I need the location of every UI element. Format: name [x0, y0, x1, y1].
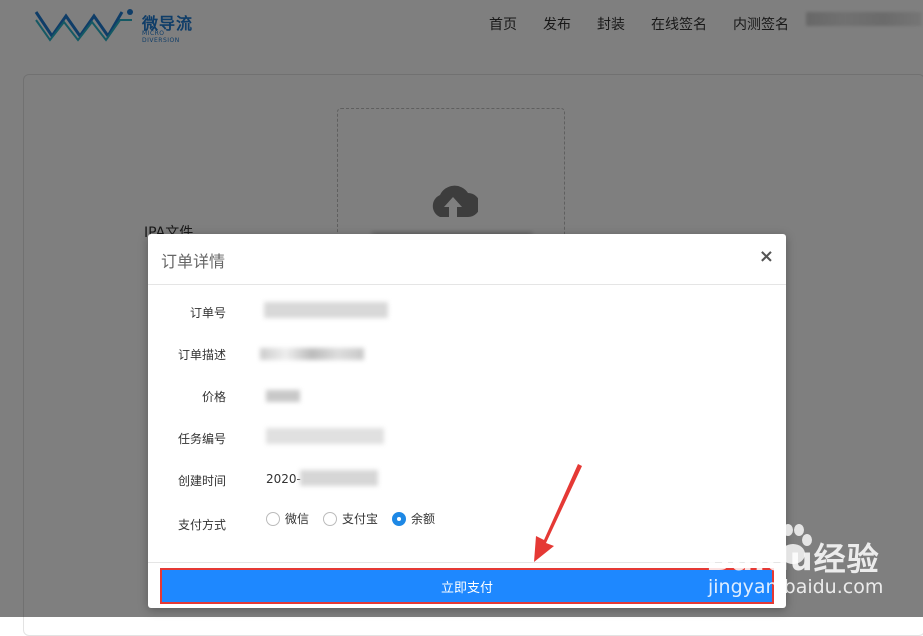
payment-option-alipay[interactable]: 支付宝 [323, 510, 378, 527]
payment-option-label: 余额 [411, 512, 436, 526]
price-label: 价格 [201, 390, 226, 404]
modal-header: 订单详情 × [148, 234, 786, 285]
price-redacted [266, 390, 300, 402]
radio-unchecked-icon[interactable] [266, 511, 280, 526]
order-desc-redacted [260, 348, 364, 360]
created-time-label: 创建时间 [177, 474, 226, 488]
watermark-url: jingyan.baidu.com [708, 576, 884, 598]
modal-title: 订单详情 [161, 252, 226, 271]
order-no-label: 订单号 [189, 306, 226, 320]
order-no-redacted [264, 302, 388, 318]
payment-option-wechat[interactable]: 微信 [266, 510, 309, 527]
task-no-redacted [266, 428, 384, 444]
created-time-value: 2020- [266, 472, 301, 486]
red-arrow-annotation-icon [534, 464, 582, 562]
order-desc-label: 订单描述 [177, 348, 226, 362]
payment-option-label: 微信 [285, 512, 310, 526]
order-desc-row: 订单描述 [148, 342, 786, 366]
order-no-row: 订单号 [148, 300, 786, 324]
radio-checked-icon[interactable] [392, 511, 407, 526]
order-detail-modal: 订单详情 × 订单号 订单描述 价格 任务编号 创建时间 2020- 支付方式 … [148, 234, 786, 608]
baidu-watermark: Baidu经验 jingyan.baidu.com [698, 512, 920, 612]
payment-radio-group: 微信 支付宝 余额 [266, 510, 435, 527]
radio-unchecked-icon[interactable] [323, 511, 338, 526]
watermark-title: Baidu经验 [706, 540, 880, 578]
pay-now-button[interactable]: 立即支付 [160, 568, 774, 604]
created-time-row: 创建时间 2020- [148, 468, 786, 492]
created-time-redacted [300, 470, 378, 486]
payment-method-label: 支付方式 [177, 518, 226, 532]
close-icon[interactable]: × [759, 246, 774, 267]
payment-method-row: 支付方式 微信 支付宝 余额 [148, 510, 786, 534]
payment-option-balance[interactable]: 余额 [392, 510, 435, 527]
modal-divider [148, 562, 786, 563]
payment-option-label: 支付宝 [342, 512, 379, 526]
price-row: 价格 [148, 384, 786, 408]
task-no-row: 任务编号 [148, 426, 786, 450]
task-no-label: 任务编号 [177, 432, 226, 446]
